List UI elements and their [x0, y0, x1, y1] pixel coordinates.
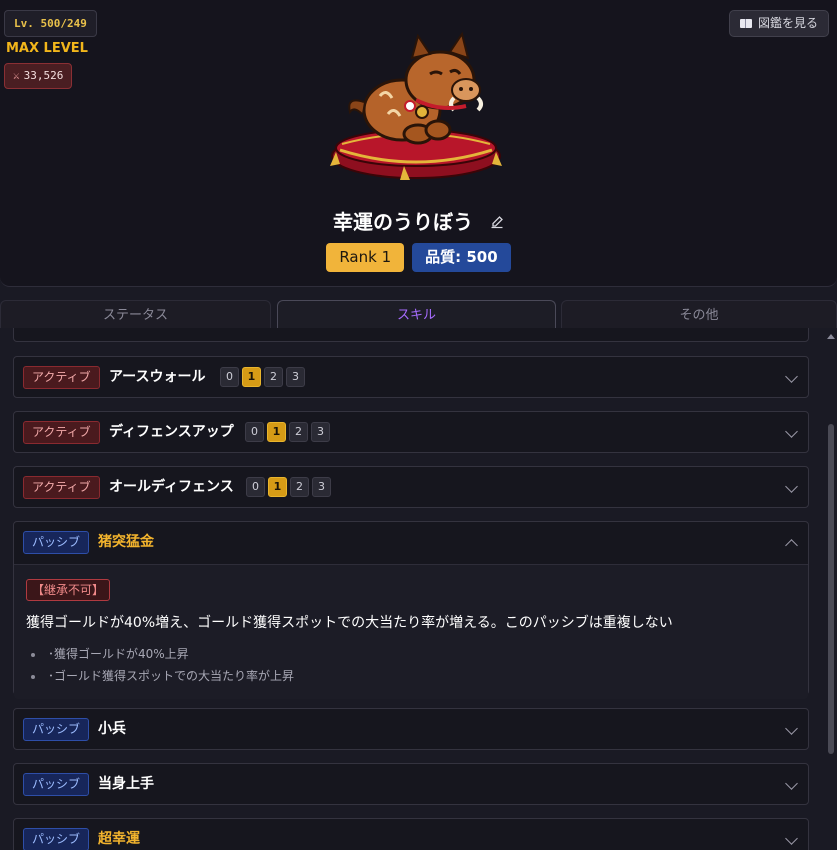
skill-name: 超幸運 [98, 831, 140, 847]
tab-skill[interactable]: スキル [277, 300, 556, 328]
chevron-down-icon[interactable] [785, 370, 798, 383]
book-icon [739, 19, 752, 28]
scrollbar[interactable] [825, 328, 837, 850]
skill-level-selector: 0123 [220, 367, 308, 387]
level-0-button[interactable]: 0 [245, 422, 264, 442]
skill-card-partial[interactable] [13, 328, 809, 342]
chevron-down-icon[interactable] [785, 832, 798, 845]
view-encyclopedia-label: 図鑑を見る [757, 16, 818, 30]
skill-type-tag: パッシブ [23, 773, 90, 796]
skill-type-tag: アクティブ [23, 476, 100, 499]
skill-type-tag: アクティブ [23, 366, 100, 389]
tab-bar: ステータス スキル その他 [0, 300, 837, 328]
skill-detail: 【継承不可】 獲得ゴールドが40%増え、ゴールド獲得スポットでの大当たり率が増え… [14, 564, 808, 699]
skill-name: 猪突猛金 [98, 534, 154, 550]
scroll-up-arrow-icon[interactable] [827, 334, 835, 339]
skill-name: アースウォール [109, 369, 206, 385]
chevron-down-icon[interactable] [785, 777, 798, 790]
level-3-button[interactable]: 3 [286, 367, 305, 387]
skill-name: オールディフェンス [109, 479, 234, 495]
level-0-button[interactable]: 0 [246, 477, 265, 497]
effect-item: ･ゴールド獲得スポットでの大当たり率が上昇 [26, 665, 796, 687]
skill-name: 当身上手 [98, 776, 154, 792]
view-encyclopedia-button[interactable]: 図鑑を見る [728, 10, 829, 37]
skill-description: 獲得ゴールドが40%増え、ゴールド獲得スポットでの大当たり率が増える。このパッシ… [26, 615, 673, 631]
skill-type-tag: パッシブ [23, 531, 90, 554]
character-name: 幸運のうりぼう [332, 210, 473, 234]
skill-level-selector: 0123 [246, 477, 334, 497]
skill-level-selector: 0123 [245, 422, 333, 442]
skill-card-all-defense[interactable]: アクティブ オールディフェンス 0123 [13, 466, 809, 508]
skill-card-body-blow[interactable]: パッシブ 当身上手 [13, 763, 809, 805]
skill-effects: ･獲得ゴールドが40%上昇 ･ゴールド獲得スポットでの大当たり率が上昇 [26, 643, 796, 687]
skill-type-tag: パッシブ [23, 718, 90, 741]
skill-name: ディフェンスアップ [109, 424, 234, 440]
chevron-up-icon[interactable] [785, 539, 798, 552]
edit-icon[interactable] [490, 215, 504, 229]
power-badge: ⚔ 33,526 [4, 63, 73, 89]
power-value: 33,526 [23, 69, 64, 82]
character-portrait [330, 31, 502, 180]
level-3-button[interactable]: 3 [312, 477, 331, 497]
level-2-button[interactable]: 2 [289, 422, 308, 442]
level-1-button[interactable]: 1 [268, 477, 287, 497]
level-1-button[interactable]: 1 [242, 367, 261, 387]
skill-card-defense-up[interactable]: アクティブ ディフェンスアップ 0123 [13, 411, 809, 453]
tab-status[interactable]: ステータス [0, 300, 271, 328]
max-level-label: MAX LEVEL [6, 41, 88, 56]
skill-card-small-soldier[interactable]: パッシブ 小兵 [13, 708, 809, 750]
skill-type-tag: パッシブ [23, 828, 90, 850]
level-2-button[interactable]: 2 [290, 477, 309, 497]
level-2-button[interactable]: 2 [264, 367, 283, 387]
not-inheritable-badge: 【継承不可】 [26, 579, 111, 601]
level-0-button[interactable]: 0 [220, 367, 239, 387]
skill-card-header[interactable]: パッシブ 猪突猛金 [14, 522, 808, 564]
scrollbar-thumb[interactable] [828, 424, 834, 754]
skill-card-gold-rush: パッシブ 猪突猛金 【継承不可】 獲得ゴールドが40%増え、ゴールド獲得スポット… [13, 521, 809, 699]
tab-other[interactable]: その他 [561, 300, 837, 328]
level-1-button[interactable]: 1 [267, 422, 286, 442]
effect-item: ･獲得ゴールドが40%上昇 [26, 643, 796, 665]
character-header: Lv. 500/249 MAX LEVEL ⚔ 33,526 図鑑を見る 幸運の… [0, 0, 837, 287]
skill-type-tag: アクティブ [23, 421, 100, 444]
skill-list: アクティブ アースウォール 0123 アクティブ ディフェンスアップ 0123 … [0, 328, 837, 850]
crossed-swords-icon: ⚔ [13, 69, 20, 82]
skill-card-super-luck[interactable]: パッシブ 超幸運 [13, 818, 809, 850]
level-badge: Lv. 500/249 [4, 10, 97, 37]
chevron-down-icon[interactable] [785, 425, 798, 438]
rank-badge: Rank 1 [326, 243, 405, 272]
skill-name: 小兵 [98, 721, 126, 737]
chevron-down-icon[interactable] [785, 480, 798, 493]
quality-badge: 品質: 500 [412, 243, 511, 272]
skill-card-earth-wall[interactable]: アクティブ アースウォール 0123 [13, 356, 809, 398]
level-3-button[interactable]: 3 [311, 422, 330, 442]
chevron-down-icon[interactable] [785, 722, 798, 735]
